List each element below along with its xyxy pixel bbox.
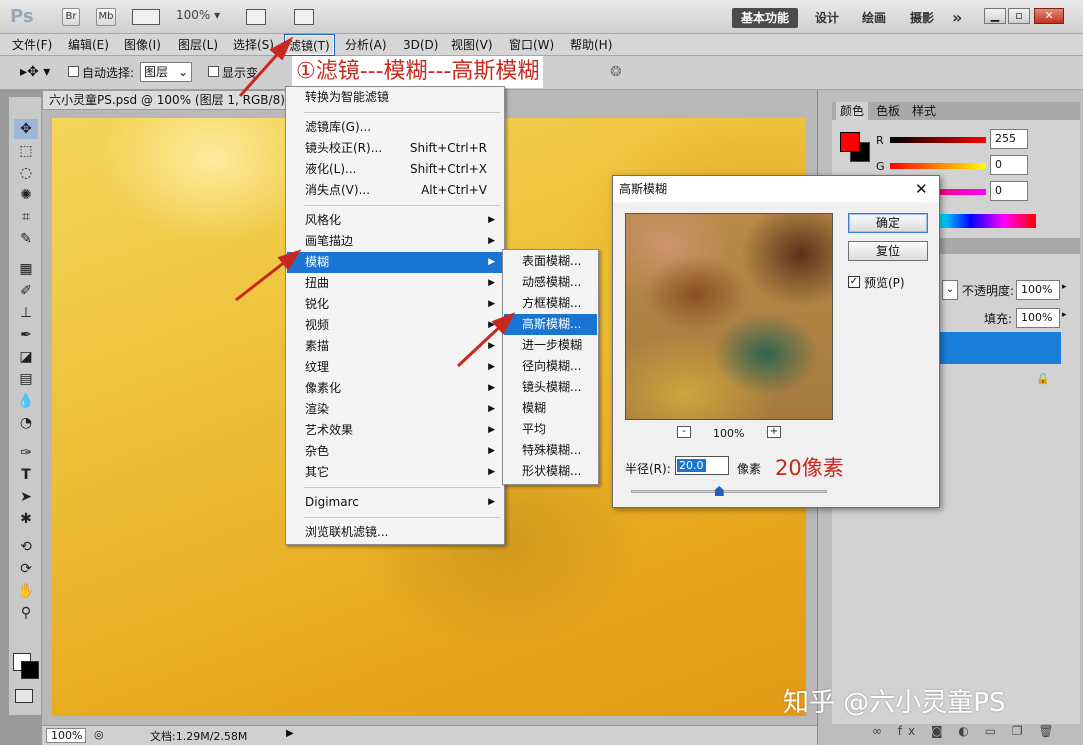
annotation-arrows bbox=[235, 36, 516, 368]
foreground-color-chip[interactable] bbox=[840, 132, 860, 152]
watermark: 知乎 @六小灵童PS bbox=[783, 688, 1006, 718]
arrow-to-blur-item bbox=[235, 256, 291, 302]
